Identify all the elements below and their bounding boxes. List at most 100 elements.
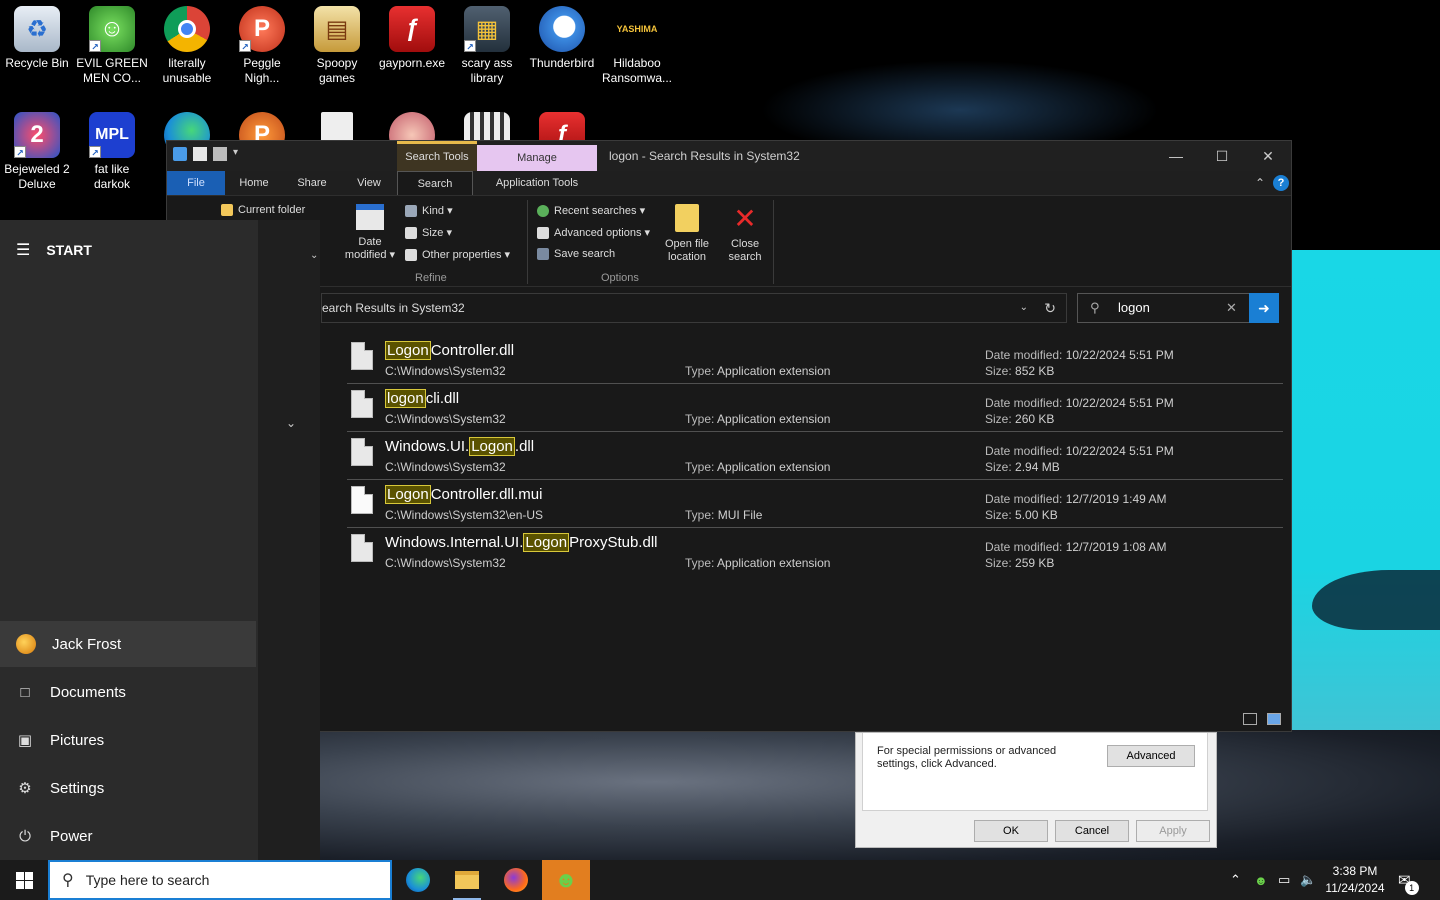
size-button[interactable]: Size ▾: [405, 226, 452, 239]
result-size: Size: 5.00 KB: [985, 508, 1058, 522]
tab-application-tools[interactable]: Application Tools: [477, 171, 597, 195]
arrow-right-icon: ➜: [1258, 300, 1270, 316]
start-item-documents[interactable]: □ Documents: [0, 669, 256, 715]
result-type: Type: Application extension: [685, 412, 830, 426]
title-bar[interactable]: ▾ Search Tools Manage logon - Search Res…: [167, 141, 1291, 171]
new-folder-icon[interactable]: [213, 147, 227, 161]
other-properties-label: Other properties ▾: [422, 249, 511, 261]
open-folder-icon: [675, 204, 699, 232]
maximize-button[interactable]: ☐: [1199, 141, 1245, 171]
tab-search[interactable]: Search: [397, 171, 473, 195]
result-row[interactable]: Logon Controller.dll.mui C:\Windows\Syste…: [347, 480, 1283, 528]
tab-share[interactable]: Share: [283, 171, 341, 195]
tab-view[interactable]: View: [341, 171, 397, 195]
date-modified-button[interactable]: Date modified ▾: [339, 204, 401, 262]
search-go-button[interactable]: ➜: [1249, 293, 1279, 323]
clear-search-icon[interactable]: ✕: [1226, 294, 1237, 322]
address-history-chevron-icon[interactable]: ⌄: [1020, 294, 1028, 322]
desktop-icon-thunderbird[interactable]: Thunderbird: [525, 6, 599, 71]
start-item-power[interactable]: ⏻ Power: [0, 813, 256, 859]
result-size: Size: 259 KB: [985, 556, 1054, 570]
advanced-options-button[interactable]: Advanced options ▾: [537, 226, 650, 239]
collapse-ribbon-icon[interactable]: ⌃: [1251, 171, 1269, 195]
green-men-icon: ☻: [1254, 872, 1268, 888]
open-file-location-button[interactable]: Open file location: [657, 204, 717, 264]
tab-file[interactable]: File: [167, 171, 225, 195]
cancel-button[interactable]: Cancel: [1055, 820, 1129, 842]
result-filename: logon cli.dll: [385, 389, 459, 408]
pictures-icon: ▣: [17, 732, 33, 749]
desktop-icon-evil-green-men[interactable]: ☺ ↗ EVIL GREEN MEN CO...: [75, 6, 149, 86]
taskbar-clock[interactable]: 3:38 PM 11/24/2024: [1318, 863, 1392, 897]
refresh-icon[interactable]: ↻: [1044, 294, 1056, 322]
close-button[interactable]: ✕: [1245, 141, 1291, 171]
recent-searches-button[interactable]: Recent searches ▾: [537, 204, 645, 217]
search-query[interactable]: logon: [1118, 294, 1150, 322]
security-permissions-dialog[interactable]: For special permissions or advanced sett…: [855, 732, 1217, 848]
context-tab-manage[interactable]: Manage: [477, 145, 597, 171]
desktop-icon-scary-ass-library[interactable]: ▦ ↗ scary ass library: [450, 6, 524, 86]
customize-toolbar-icon[interactable]: ▾: [233, 147, 243, 161]
hamburger-menu-icon[interactable]: ☰: [16, 240, 30, 260]
start-button[interactable]: [0, 860, 48, 900]
filename-match-highlight: Logon: [385, 485, 431, 504]
volume-icon[interactable]: 🔈: [1300, 860, 1316, 900]
notification-center-button[interactable]: ✉ 1: [1398, 860, 1419, 900]
close-search-button[interactable]: ✕ Close search: [723, 204, 767, 264]
recent-searches-icon: [537, 204, 549, 217]
desktop-icon-bejeweled[interactable]: 2 ↗ Bejeweled 2 Deluxe: [0, 112, 74, 192]
desktop-icon-fat-like-darkok[interactable]: MPL ↗ fat like darkok: [75, 112, 149, 192]
type-value: Application extension: [717, 556, 831, 570]
start-item-user-account[interactable]: Jack Frost: [0, 621, 256, 667]
kind-icon: [405, 204, 417, 217]
filename-prefix: Windows.UI.: [385, 438, 470, 455]
result-date: Date modified: 12/7/2019 1:49 AM: [985, 492, 1166, 506]
kind-button[interactable]: Kind ▾: [405, 204, 453, 217]
desktop-icon-peggle[interactable]: P ↗ Peggle Nigh...: [225, 6, 299, 86]
show-hidden-icons-button[interactable]: ⌃: [1230, 860, 1241, 900]
help-icon[interactable]: ?: [1273, 175, 1289, 191]
taskbar-green-men-app[interactable]: ☻: [542, 860, 590, 900]
properties-icon[interactable]: [193, 147, 207, 161]
folder-icon[interactable]: [173, 147, 187, 161]
size-icon: [405, 226, 417, 239]
start-item-pictures[interactable]: ▣ Pictures: [0, 717, 256, 763]
folder-icon: [455, 871, 479, 889]
minimize-button[interactable]: —: [1153, 141, 1199, 171]
network-icon[interactable]: ▭: [1278, 860, 1290, 900]
result-row[interactable]: Windows.Internal.UI. Logon ProxyStub.dll C…: [347, 528, 1283, 576]
ok-button[interactable]: OK: [974, 820, 1048, 842]
taskbar-edge[interactable]: [394, 860, 442, 900]
other-properties-button[interactable]: Other properties ▾: [405, 248, 510, 261]
tab-home[interactable]: Home: [225, 171, 283, 195]
desktop-icon-recycle-bin[interactable]: ♻ Recycle Bin: [0, 6, 74, 71]
taskbar-search-box[interactable]: ⚲ Type here to search: [48, 860, 392, 900]
ribbon-separator: [773, 200, 774, 284]
save-search-button[interactable]: Save search: [537, 248, 615, 260]
context-tab-search-tools[interactable]: Search Tools: [397, 141, 477, 171]
taskbar-file-explorer[interactable]: [443, 860, 491, 900]
address-bar[interactable]: earch Results in System32 ⌄ ↻: [321, 293, 1067, 323]
details-view-icon[interactable]: [1243, 713, 1257, 725]
tray-app-icon[interactable]: ☻: [1254, 860, 1268, 900]
file-explorer-window[interactable]: ▾ Search Tools Manage logon - Search Res…: [166, 140, 1292, 732]
desktop-icon-spoopy-games[interactable]: ▤ Spoopy games: [300, 6, 374, 86]
current-folder-button[interactable]: Current folder: [221, 204, 305, 216]
search-placeholder: Type here to search: [85, 872, 210, 888]
start-item-settings[interactable]: ⚙ Settings: [0, 765, 256, 811]
start-menu[interactable]: ☰ START Jack Frost □ Documents ▣ Picture…: [0, 220, 320, 860]
result-row[interactable]: Windows.UI. Logon .dll C:\Windows\System32…: [347, 432, 1283, 480]
large-icons-view-icon[interactable]: [1267, 713, 1281, 725]
result-row[interactable]: logon cli.dll C:\Windows\System32 Type: A…: [347, 384, 1283, 432]
desktop-icon-gayporn-exe[interactable]: ƒ gayporn.exe: [375, 6, 449, 71]
scroll-chevron-down-icon[interactable]: ⌄: [310, 250, 318, 261]
result-row[interactable]: Logon Controller.dll C:\Windows\System32 …: [347, 336, 1283, 384]
chevron-down-icon[interactable]: ⌄: [286, 416, 296, 430]
result-path: C:\Windows\System32: [385, 460, 506, 474]
advanced-button[interactable]: Advanced: [1107, 745, 1195, 767]
desktop-icon-hildaboo-ransomware[interactable]: YASHIMA Hildaboo Ransomwa...: [600, 6, 674, 86]
apply-button[interactable]: Apply: [1136, 820, 1210, 842]
taskbar-firefox[interactable]: [492, 860, 540, 900]
desktop-icon-chrome[interactable]: literally unusable: [150, 6, 224, 86]
start-menu-header[interactable]: ☰ START: [16, 240, 92, 260]
